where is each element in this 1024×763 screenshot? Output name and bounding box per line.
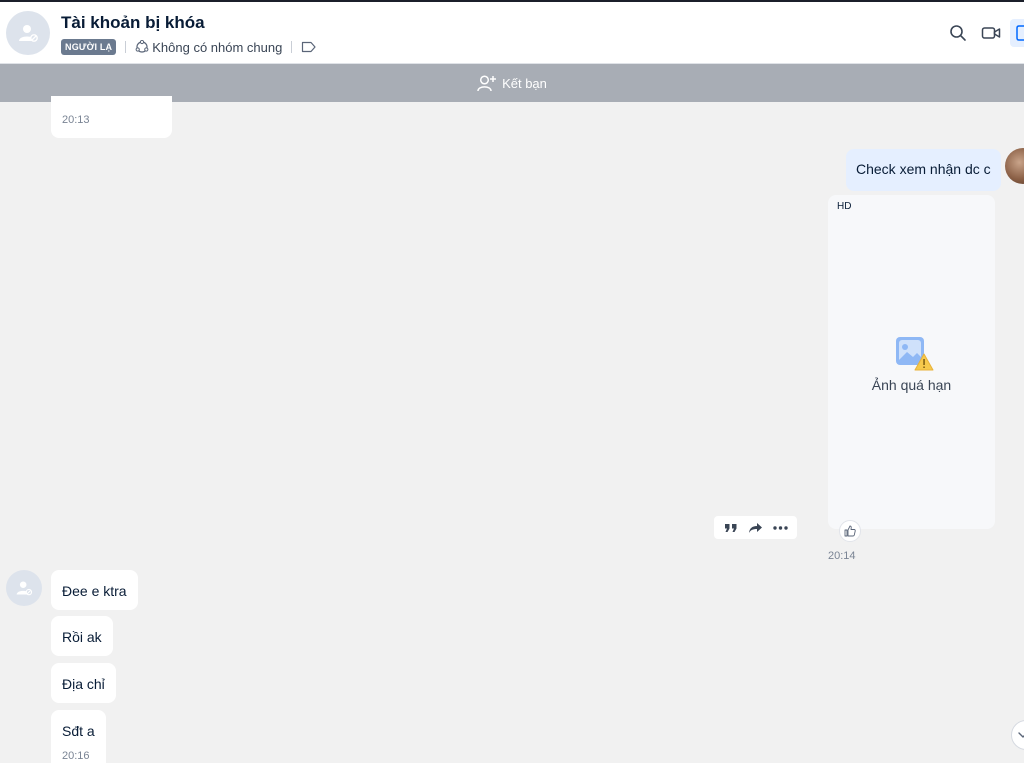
my-avatar[interactable]: [1005, 148, 1024, 184]
expired-image-message[interactable]: HD Ảnh quá hạn: [828, 195, 995, 529]
chevron-down-icon: [1018, 732, 1024, 738]
message-text: Rồi ak: [62, 629, 102, 645]
contact-avatar-small[interactable]: [6, 570, 42, 606]
expired-image-label: Ảnh quá hạn: [871, 377, 952, 393]
message-action-bar: [714, 516, 797, 539]
common-groups-label: Không có nhóm chung: [152, 39, 283, 55]
received-message[interactable]: Sđt a 20:16: [51, 710, 106, 763]
expired-image-placeholder: Ảnh quá hạn: [828, 335, 995, 393]
header-actions: [939, 19, 1024, 47]
message-text: Sđt a: [62, 723, 95, 739]
message-text: Đee e ktra: [62, 583, 127, 599]
received-message[interactable]: Đee e ktra: [51, 570, 138, 610]
group-icon: [135, 40, 149, 53]
add-friend-icon: [477, 75, 497, 92]
user-placeholder-icon: [16, 581, 33, 596]
stranger-badge: NGƯỜI LẠ: [61, 39, 117, 55]
forward-icon[interactable]: [747, 519, 765, 537]
chat-header: Tài khoản bị khóa NGƯỜI LẠ Không có nhóm…: [0, 2, 1024, 64]
message-text: Địa chỉ: [62, 676, 105, 692]
video-call-icon[interactable]: [977, 19, 1005, 47]
received-message[interactable]: Địa chỉ: [51, 663, 116, 703]
sent-message[interactable]: Check xem nhận dc c: [846, 149, 1001, 191]
message-time: 20:13: [62, 114, 90, 126]
conversation-title[interactable]: Tài khoản bị khóa: [61, 13, 205, 33]
received-message[interactable]: 20:13: [51, 96, 172, 138]
contact-avatar[interactable]: [6, 11, 50, 55]
thumbs-up-icon: [844, 525, 856, 537]
message-time: 20:16: [62, 750, 90, 762]
message-time: 20:14: [828, 550, 856, 562]
scroll-to-bottom-button[interactable]: [1011, 720, 1024, 750]
conversation-meta: NGƯỜI LẠ Không có nhóm chung: [61, 38, 317, 56]
hd-label: HD: [837, 201, 852, 212]
more-icon[interactable]: [772, 519, 790, 537]
sidebar-toggle-icon[interactable]: [1010, 19, 1024, 47]
tag-icon[interactable]: [301, 41, 317, 53]
meta-divider: [291, 41, 293, 53]
broken-image-icon: [895, 337, 933, 371]
user-placeholder-icon: [19, 25, 38, 42]
search-icon[interactable]: [944, 19, 972, 47]
common-groups[interactable]: Không có nhóm chung: [135, 40, 282, 55]
like-reaction-button[interactable]: [839, 520, 861, 542]
received-message[interactable]: Rồi ak: [51, 616, 113, 656]
quote-icon[interactable]: [722, 519, 740, 537]
message-text: Check xem nhận dc c: [856, 161, 991, 177]
add-friend-label: Kết bạn: [502, 75, 547, 91]
meta-divider: [125, 41, 127, 53]
